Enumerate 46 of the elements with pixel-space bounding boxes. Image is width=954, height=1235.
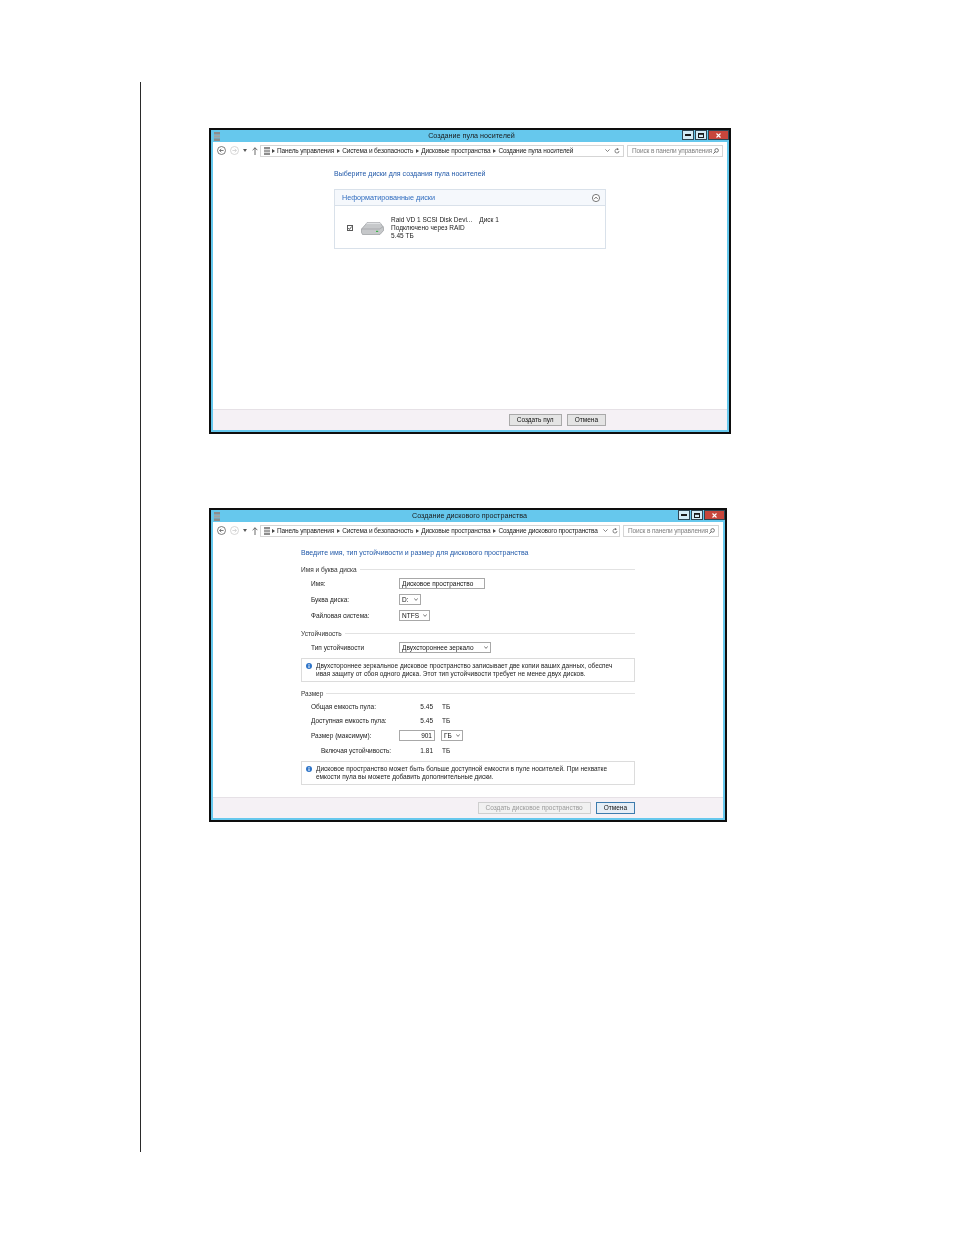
chevron-down-icon[interactable] [602, 529, 608, 532]
info-icon [306, 766, 312, 772]
disk-drive-icon [361, 221, 384, 235]
up-arrow-icon[interactable] [252, 526, 258, 535]
up-arrow-icon[interactable] [252, 146, 258, 155]
breadcrumb-separator-icon [416, 528, 420, 533]
chevron-down-icon[interactable] [605, 149, 610, 152]
search-icon[interactable] [709, 527, 715, 534]
app-icon [214, 131, 220, 141]
maximize-icon [694, 512, 700, 518]
caret-icon [423, 614, 427, 617]
refresh-icon[interactable] [614, 147, 620, 154]
app-icon [264, 146, 270, 155]
breadcrumb-separator-icon [337, 148, 341, 153]
close-button[interactable] [708, 130, 729, 140]
back-icon[interactable] [217, 146, 226, 155]
caret-icon [414, 598, 418, 601]
minimize-button[interactable] [682, 130, 694, 140]
breadcrumb-separator-icon [493, 528, 497, 533]
close-icon [712, 512, 717, 518]
breadcrumb-separator-icon [337, 528, 341, 533]
caret-icon [455, 734, 460, 737]
checkbox[interactable] [347, 225, 353, 231]
caret-icon [484, 646, 488, 649]
collapse-icon[interactable] [592, 193, 600, 202]
breadcrumb-separator-icon [416, 148, 420, 153]
app-icon [264, 526, 270, 535]
search-icon[interactable] [713, 147, 719, 154]
close-icon [716, 132, 721, 138]
dropdown-caret-icon[interactable] [243, 529, 247, 532]
minimize-icon [685, 134, 691, 136]
breadcrumb-separator-icon [272, 148, 275, 153]
app-icon [214, 511, 220, 521]
breadcrumb-separator-icon [493, 148, 497, 153]
maximize-button[interactable] [691, 510, 703, 520]
minimize-icon [681, 514, 687, 516]
dropdown-caret-icon[interactable] [243, 149, 247, 152]
maximize-icon [698, 132, 704, 138]
close-button[interactable] [704, 510, 725, 520]
checkmark-icon [348, 226, 352, 230]
back-icon[interactable] [217, 526, 226, 535]
refresh-icon[interactable] [611, 527, 618, 534]
maximize-button[interactable] [695, 130, 707, 140]
minimize-button[interactable] [678, 510, 690, 520]
breadcrumb-separator-icon [272, 528, 275, 533]
info-icon [306, 663, 312, 669]
